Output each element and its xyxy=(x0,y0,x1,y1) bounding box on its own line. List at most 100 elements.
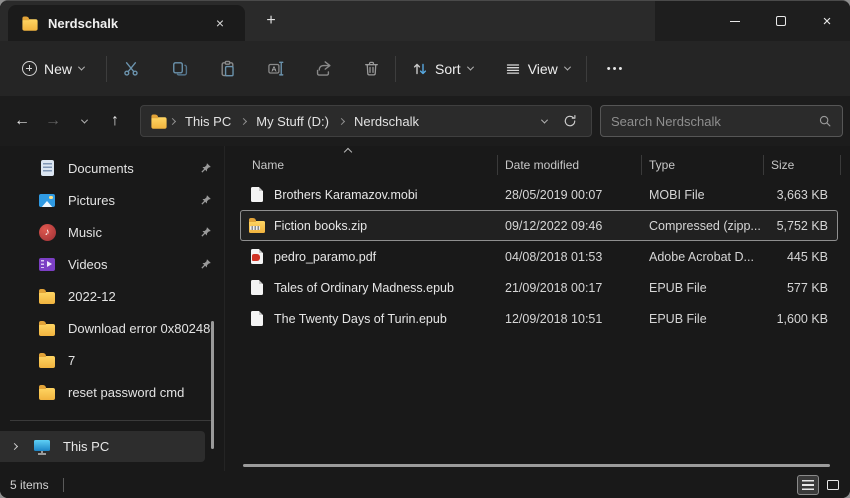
file-row-tales-of-ordinary-madness[interactable]: Tales of Ordinary Madness.epub 21/09/201… xyxy=(240,272,838,303)
sidebar-item-music[interactable]: ♪ Music xyxy=(2,216,222,248)
copy-button[interactable] xyxy=(159,51,199,87)
toolbar-separator xyxy=(395,56,396,82)
large-icons-view-button[interactable] xyxy=(822,475,844,495)
chevron-down-icon xyxy=(467,64,474,71)
folder-icon xyxy=(38,351,56,369)
maximize-icon xyxy=(776,16,786,26)
pictures-icon xyxy=(38,191,56,209)
pane-divider[interactable] xyxy=(224,146,225,471)
sort-button-label: Sort xyxy=(435,61,461,77)
view-toggles xyxy=(797,475,844,495)
column-resize-handle[interactable] xyxy=(763,155,764,175)
status-bar: 5 items xyxy=(0,471,850,498)
sidebar-separator xyxy=(10,420,214,421)
file-row-brothers-karamazov[interactable]: Brothers Karamazov.mobi 28/05/2019 00:07… xyxy=(240,179,838,210)
delete-button[interactable] xyxy=(351,51,391,87)
folder-icon xyxy=(151,117,166,128)
sidebar-item-7[interactable]: 7 xyxy=(2,344,222,376)
file-row-twenty-days-of-turin[interactable]: The Twenty Days of Turin.epub 12/09/2018… xyxy=(240,303,838,334)
minimize-button[interactable] xyxy=(712,1,758,41)
documents-icon xyxy=(38,159,56,177)
search-box[interactable] xyxy=(600,105,843,137)
column-resize-handle[interactable] xyxy=(840,155,841,175)
pin-icon xyxy=(200,226,212,238)
back-button[interactable]: ← xyxy=(8,106,36,136)
sidebar-item-videos[interactable]: Videos xyxy=(2,248,222,280)
sidebar-item-this-pc[interactable]: This PC xyxy=(0,431,205,462)
status-divider xyxy=(63,478,64,492)
cut-icon xyxy=(123,60,140,77)
maximize-button[interactable] xyxy=(758,1,804,41)
column-resize-handle[interactable] xyxy=(497,155,498,175)
sidebar-item-label: 7 xyxy=(68,353,212,368)
search-input[interactable] xyxy=(611,114,818,129)
close-button[interactable]: × xyxy=(804,1,850,41)
view-button[interactable]: View xyxy=(495,55,580,83)
up-button[interactable]: ↑ xyxy=(101,106,129,136)
sidebar-item-documents[interactable]: Documents xyxy=(2,152,222,184)
file-name: Fiction books.zip xyxy=(274,219,367,233)
file-type: Compressed (zipp... xyxy=(641,219,763,233)
sidebar-item-label: Music xyxy=(68,225,196,240)
sort-button[interactable]: Sort xyxy=(402,55,483,83)
generic-file-icon xyxy=(248,279,266,297)
zip-file-icon xyxy=(248,217,266,235)
breadcrumb-this-pc[interactable]: This PC xyxy=(178,111,238,132)
file-date-modified: 28/05/2019 00:07 xyxy=(497,188,641,202)
address-dropdown-button[interactable] xyxy=(531,108,557,134)
new-button[interactable]: New xyxy=(14,55,92,83)
see-more-button[interactable]: ••• xyxy=(595,55,637,83)
share-button[interactable] xyxy=(303,51,343,87)
sidebar-item-pictures[interactable]: Pictures xyxy=(2,184,222,216)
tab-close-icon[interactable]: × xyxy=(209,12,231,34)
file-row-fiction-books-selected[interactable]: Fiction books.zip 09/12/2022 09:46 Compr… xyxy=(240,210,838,241)
file-name: pedro_paramo.pdf xyxy=(274,250,376,264)
sidebar-item-download-error[interactable]: Download error 0x80248007 xyxy=(2,312,222,344)
sidebar-item-label: This PC xyxy=(63,439,109,454)
sidebar-scrollbar[interactable] xyxy=(211,321,214,449)
forward-button[interactable]: → xyxy=(39,106,67,136)
column-header-type[interactable]: Type xyxy=(641,158,763,172)
sidebar-item-reset-password-cmd[interactable]: reset password cmd xyxy=(2,376,222,408)
file-size: 577 KB xyxy=(763,281,838,295)
toolbar-separator xyxy=(586,56,587,82)
refresh-button[interactable] xyxy=(557,108,583,134)
horizontal-scrollbar[interactable] xyxy=(243,464,830,467)
breadcrumb-my-stuff[interactable]: My Stuff (D:) xyxy=(249,111,336,132)
column-header-name[interactable]: Name xyxy=(236,158,497,172)
close-icon: × xyxy=(823,14,832,29)
sidebar-item-label: Download error 0x80248007 xyxy=(68,321,212,336)
view-icon xyxy=(505,61,521,77)
column-header-size[interactable]: Size xyxy=(763,158,850,172)
sidebar-item-label: Videos xyxy=(68,257,196,272)
rename-button[interactable]: A xyxy=(255,51,295,87)
folder-icon xyxy=(38,383,56,401)
address-bar[interactable]: This PC My Stuff (D:) Nerdschalk xyxy=(140,105,592,137)
rename-icon: A xyxy=(267,60,284,77)
tab-nerdschalk[interactable]: Nerdschalk × xyxy=(8,5,245,41)
breadcrumb-chevron-icon xyxy=(338,117,345,124)
column-header-date-modified[interactable]: Date modified xyxy=(497,158,641,172)
sidebar-item-2022-12[interactable]: 2022-12 xyxy=(2,280,222,312)
file-name: Tales of Ordinary Madness.epub xyxy=(274,281,454,295)
file-date-modified: 21/09/2018 00:17 xyxy=(497,281,641,295)
new-tab-button[interactable]: + xyxy=(258,9,284,33)
expand-chevron-icon[interactable] xyxy=(11,443,18,450)
cut-button[interactable] xyxy=(111,51,151,87)
file-list-pane: Name Date modified Type Size Brothers Ka… xyxy=(236,146,850,471)
recent-locations-button[interactable] xyxy=(70,106,98,136)
details-view-button[interactable] xyxy=(797,475,819,495)
file-type: Adobe Acrobat D... xyxy=(641,250,763,264)
paste-button[interactable] xyxy=(207,51,247,87)
breadcrumb-nerdschalk[interactable]: Nerdschalk xyxy=(347,111,426,132)
sort-ascending-icon xyxy=(344,148,352,156)
toolbar-separator xyxy=(106,56,107,82)
pdf-file-icon xyxy=(248,248,266,266)
delete-icon xyxy=(363,60,380,77)
column-resize-handle[interactable] xyxy=(641,155,642,175)
paste-icon xyxy=(219,60,236,77)
large-icons-view-icon xyxy=(827,480,839,490)
this-pc-icon xyxy=(33,438,51,456)
file-row-pedro-paramo[interactable]: pedro_paramo.pdf 04/08/2018 01:53 Adobe … xyxy=(240,241,838,272)
refresh-icon xyxy=(563,114,577,128)
